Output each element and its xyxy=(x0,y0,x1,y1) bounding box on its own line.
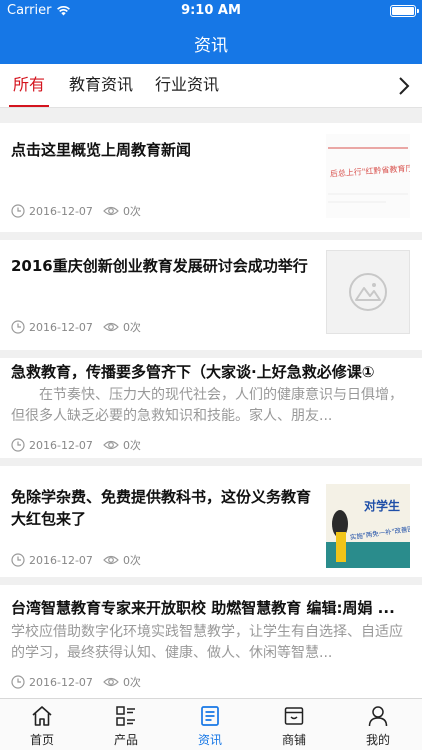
article-views: 0次 xyxy=(122,554,141,567)
home-icon xyxy=(32,706,52,726)
article-views: 0次 xyxy=(122,321,141,334)
article-summary: 在节奏快、压力大的现代社会，人们的健康意识与日俱增，但很多人缺乏必要的急救知识和… xyxy=(11,387,403,424)
image-placeholder-icon xyxy=(326,250,410,334)
shop-icon xyxy=(284,707,304,725)
clock-icon xyxy=(11,438,25,452)
clock-icon xyxy=(11,553,25,567)
article-meta: 2016-12-07 0次 xyxy=(11,319,141,335)
tabbar-shop[interactable]: 商铺 xyxy=(252,699,336,750)
tab-all-label: 所有 xyxy=(13,75,46,94)
article-views: 0次 xyxy=(122,205,141,218)
article-meta: 2016-12-07 0次 xyxy=(11,437,141,453)
clock-icon xyxy=(11,675,25,689)
chevron-right-icon[interactable] xyxy=(394,74,414,98)
article-date: 2016-12-07 xyxy=(29,320,93,334)
active-tab-indicator xyxy=(9,105,50,107)
eye-icon xyxy=(103,555,119,565)
tab-all[interactable]: 所有 xyxy=(9,64,50,107)
article-item[interactable]: 台湾智慧教育专家来开放职校 助燃智慧教育 编辑:周娟 ... 学校应借助数字化环… xyxy=(0,585,422,698)
article-date: 2016-12-07 xyxy=(29,553,93,567)
tab-industry-news[interactable]: 行业资讯 xyxy=(155,64,219,107)
tabbar-profile[interactable]: 我的 xyxy=(336,699,420,750)
grid-list-icon xyxy=(116,706,135,726)
user-icon xyxy=(368,706,388,727)
poster-heading: 对学生 xyxy=(364,498,400,513)
article-summary: 学校应借助数字化环境实践智慧教学，让学生有自选择、自适应的学习，最终获得认知、健… xyxy=(11,624,403,661)
article-date: 2016-12-07 xyxy=(29,675,93,689)
article-thumbnail: 对学生 实施"两免一补"改善困难 xyxy=(326,484,421,568)
clock-icon xyxy=(11,320,25,334)
article-item[interactable]: 免除学杂费、免费提供教科书，这份义务教育大红包来了 2016-12-07 0次 … xyxy=(0,466,422,577)
tabbar-home-label: 首页 xyxy=(29,733,54,747)
category-tabs: 所有 教育资讯 行业资讯 xyxy=(0,64,422,108)
eye-icon xyxy=(103,206,119,216)
article-title: 急救教育，传播要多管齐下（大家谈·上好急救必修课① xyxy=(11,363,375,381)
article-date: 2016-12-07 xyxy=(29,438,93,452)
article-item[interactable]: 2016重庆创新创业教育发展研讨会成功举行 2016-12-07 0次 xyxy=(0,240,422,350)
tabbar-news[interactable]: 资讯 xyxy=(168,699,252,750)
article-title: 免除学杂费、免费提供教科书，这份义务教育大红包来了 xyxy=(11,488,312,528)
article-list: 点击这里概览上周教育新闻 2016-12-07 0次 后总上行"红黔省教育厅"决… xyxy=(0,108,422,698)
tabbar-news-label: 资讯 xyxy=(197,733,222,747)
tabbar-home[interactable]: 首页 xyxy=(0,699,84,750)
bottom-tab-bar: 首页 产品 资讯 商铺 我的 xyxy=(0,698,422,750)
article-date: 2016-12-07 xyxy=(29,204,93,218)
eye-icon xyxy=(103,322,119,332)
article-meta: 2016-12-07 0次 xyxy=(11,203,141,219)
article-meta: 2016-12-07 0次 xyxy=(11,674,141,690)
article-title: 台湾智慧教育专家来开放职校 助燃智慧教育 编辑:周娟 ... xyxy=(11,599,395,617)
article-title: 点击这里概览上周教育新闻 xyxy=(11,141,192,159)
red-text-banner-image: 后总上行"红黔省教育厅"决定 xyxy=(326,134,422,218)
article-meta: 2016-12-07 0次 xyxy=(11,552,141,568)
article-views: 0次 xyxy=(122,439,141,452)
article-item[interactable]: 急救教育，传播要多管齐下（大家谈·上好急救必修课① 在节奏快、压力大的现代社会，… xyxy=(0,358,422,458)
article-thumbnail xyxy=(326,250,410,334)
tab-education-news-label: 教育资讯 xyxy=(69,75,134,94)
tabbar-shop-label: 商铺 xyxy=(281,733,306,747)
article-views: 0次 xyxy=(122,676,141,689)
tabbar-products-label: 产品 xyxy=(113,733,138,747)
article-thumbnail: 后总上行"红黔省教育厅"决定 xyxy=(326,134,422,218)
navigation-bar: 资讯 xyxy=(0,22,422,64)
article-item[interactable]: 点击这里概览上周教育新闻 2016-12-07 0次 后总上行"红黔省教育厅"决… xyxy=(0,123,422,232)
poster-image: 对学生 实施"两免一补"改善困难 xyxy=(326,484,421,568)
article-title: 2016重庆创新创业教育发展研讨会成功举行 xyxy=(11,257,308,275)
news-icon xyxy=(201,706,219,726)
clock-icon xyxy=(11,204,25,218)
status-time: 9:10 AM xyxy=(181,3,241,18)
battery-icon xyxy=(390,5,419,17)
eye-icon xyxy=(103,677,119,687)
status-bar: Carrier 9:10 AM xyxy=(0,0,422,22)
tabbar-products[interactable]: 产品 xyxy=(84,699,168,750)
eye-icon xyxy=(103,440,119,450)
page-title: 资讯 xyxy=(194,35,228,56)
tabbar-profile-label: 我的 xyxy=(365,733,390,747)
tab-industry-news-label: 行业资讯 xyxy=(155,75,220,94)
tab-education-news[interactable]: 教育资讯 xyxy=(69,64,133,107)
